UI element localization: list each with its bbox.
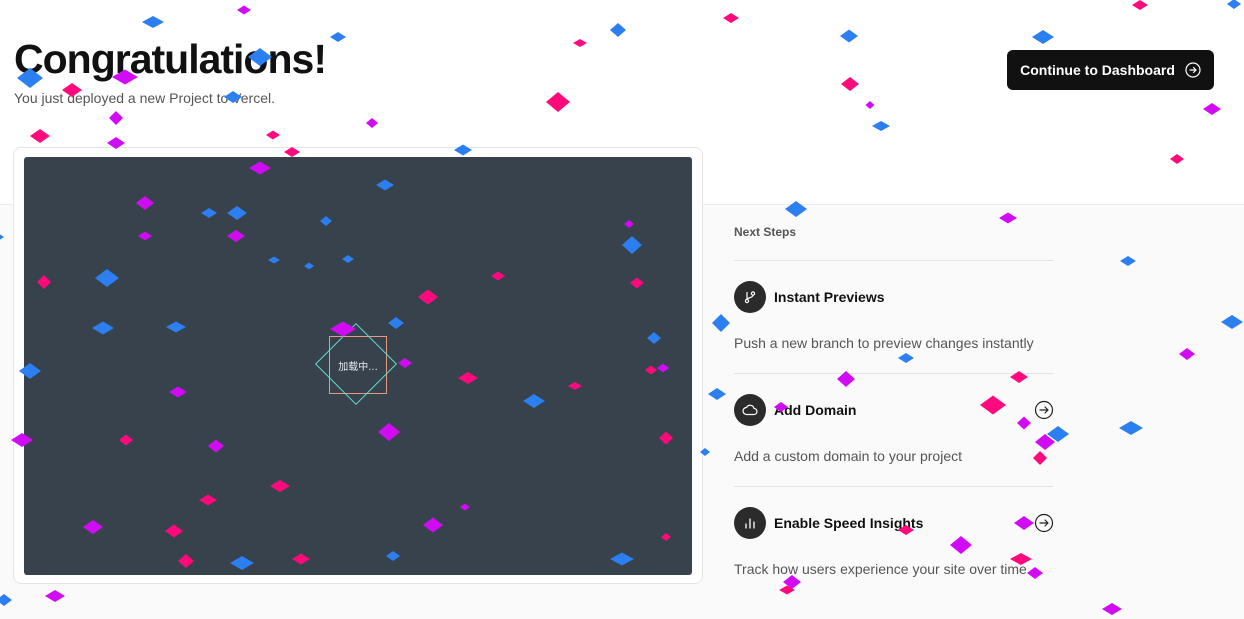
git-branch-icon: [734, 281, 766, 313]
bar-chart-icon: [734, 507, 766, 539]
confetti-piece: [330, 32, 346, 42]
page-title: Congratulations!: [14, 36, 327, 82]
instant-previews-description: Push a new branch to preview changes ins…: [734, 335, 1034, 351]
step-divider: [734, 260, 1053, 261]
loading-text: 加载中...: [338, 362, 378, 373]
confetti-piece: [109, 111, 123, 125]
confetti-piece: [723, 13, 739, 23]
continue-to-dashboard-label: Continue to Dashboard: [1020, 62, 1175, 78]
confetti-piece: [841, 77, 859, 91]
enable-speed-insights-description: Track how users experience your site ove…: [734, 561, 1027, 577]
confetti-piece: [366, 118, 378, 128]
confetti-piece: [840, 29, 858, 43]
cloud-icon: [734, 394, 766, 426]
next-steps-heading: Next Steps: [734, 225, 797, 239]
add-domain-arrow-icon[interactable]: [1034, 400, 1054, 420]
confetti-piece: [237, 5, 251, 15]
confetti-piece: [1203, 103, 1221, 115]
confetti-piece: [142, 16, 164, 28]
add-domain-description: Add a custom domain to your project: [734, 448, 963, 464]
confetti-piece: [865, 101, 875, 109]
confetti-piece: [573, 39, 587, 47]
continue-to-dashboard-button[interactable]: Continue to Dashboard: [1007, 50, 1214, 90]
add-domain-title[interactable]: Add Domain: [774, 402, 856, 418]
confetti-piece: [1170, 154, 1184, 164]
confetti-piece: [872, 121, 890, 131]
instant-previews-title: Instant Previews: [774, 289, 885, 305]
confetti-piece: [610, 23, 626, 37]
arrow-circle-right-icon: [1185, 62, 1201, 78]
confetti-piece: [266, 130, 280, 140]
step-divider: [734, 486, 1053, 487]
page-subtitle: You just deployed a new Project to Verce…: [14, 90, 275, 106]
confetti-piece: [546, 92, 570, 112]
deployment-preview-screenshot[interactable]: 加载中...: [24, 157, 692, 575]
confetti-piece: [1132, 0, 1148, 10]
confetti-piece: [1032, 30, 1054, 44]
enable-speed-insights-arrow-icon[interactable]: [1034, 513, 1054, 533]
step-divider: [734, 373, 1053, 374]
confetti-piece: [30, 129, 50, 143]
confetti-piece: [1227, 0, 1241, 9]
enable-speed-insights-title[interactable]: Enable Speed Insights: [774, 515, 923, 531]
